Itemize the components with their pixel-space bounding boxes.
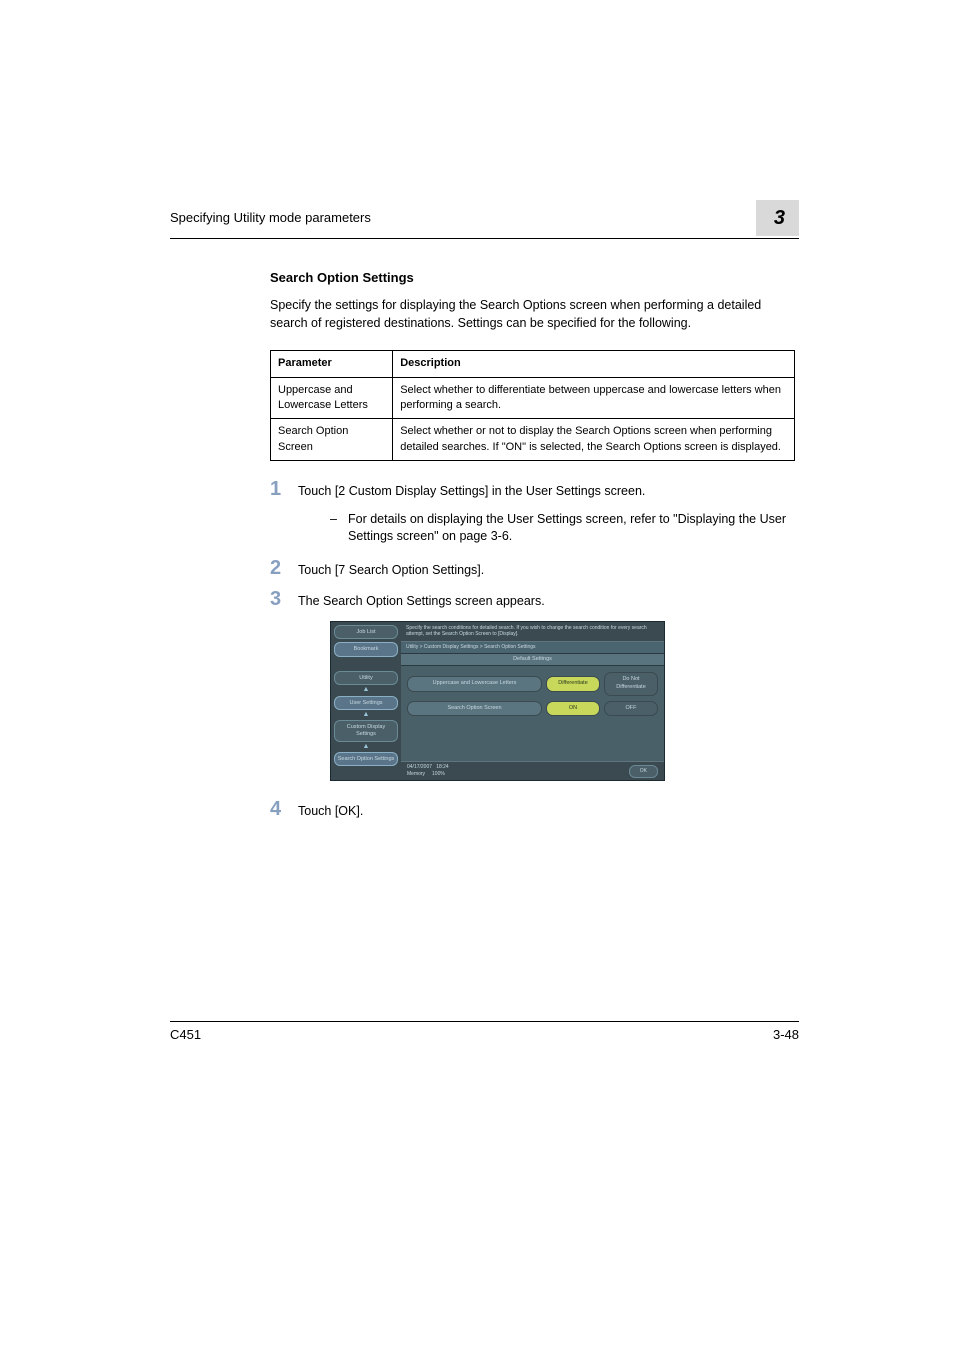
mfp-breadcrumb: Utility > Custom Display Settings > Sear… bbox=[401, 641, 664, 654]
arrow-up-icon: ▲ bbox=[334, 688, 398, 692]
on-button[interactable]: ON bbox=[546, 701, 600, 717]
step-2: 2 Touch [7 Search Option Settings]. bbox=[270, 558, 799, 580]
utility-button[interactable]: Utility bbox=[334, 671, 398, 686]
dash-icon: – bbox=[330, 511, 348, 546]
desc-cell: Select whether or not to display the Sea… bbox=[393, 419, 795, 461]
mfp-screenshot: Job List Bookmark Utility ▲ User Setting… bbox=[330, 621, 799, 782]
step-text: Touch [2 Custom Display Settings] in the… bbox=[298, 479, 799, 501]
mfp-instructions: Specify the search conditions for detail… bbox=[401, 622, 664, 641]
do-not-differentiate-button[interactable]: Do Not Differentiate bbox=[604, 672, 658, 695]
step-number: 3 bbox=[270, 589, 298, 611]
step-number: 4 bbox=[270, 799, 298, 821]
arrow-up-icon: ▲ bbox=[334, 713, 398, 717]
param-cell: Uppercase and Lowercase Letters bbox=[271, 377, 393, 419]
off-button[interactable]: OFF bbox=[604, 701, 658, 717]
step-number: 2 bbox=[270, 558, 298, 580]
parameter-table: Parameter Description Uppercase and Lowe… bbox=[270, 350, 795, 461]
custom-display-button[interactable]: Custom Display Settings bbox=[334, 720, 398, 741]
desc-cell: Select whether to differentiate between … bbox=[393, 377, 795, 419]
user-settings-button[interactable]: User Settings bbox=[334, 696, 398, 711]
step-text: The Search Option Settings screen appear… bbox=[298, 589, 799, 611]
page-footer: C451 3-48 bbox=[170, 1021, 799, 1044]
arrow-up-icon: ▲ bbox=[334, 745, 398, 749]
step-1: 1 Touch [2 Custom Display Settings] in t… bbox=[270, 479, 799, 501]
job-list-button[interactable]: Job List bbox=[334, 625, 398, 640]
step-text: Touch [OK]. bbox=[298, 799, 799, 821]
step-1-sub: – For details on displaying the User Set… bbox=[330, 511, 799, 546]
row-label-case: Uppercase and Lowercase Letters bbox=[407, 676, 542, 692]
col-header-description: Description bbox=[393, 351, 795, 377]
param-cell: Search Option Screen bbox=[271, 419, 393, 461]
step-number: 1 bbox=[270, 479, 298, 501]
running-header-title: Specifying Utility mode parameters bbox=[170, 209, 371, 227]
differentiate-button[interactable]: Differentiate bbox=[546, 676, 600, 692]
section-heading: Search Option Settings bbox=[270, 269, 799, 287]
table-row: Search Option Screen Select whether or n… bbox=[271, 419, 795, 461]
section-intro: Specify the settings for displaying the … bbox=[270, 297, 799, 332]
footer-model: C451 bbox=[170, 1026, 201, 1044]
col-header-parameter: Parameter bbox=[271, 351, 393, 377]
chapter-number-box: 3 bbox=[756, 200, 799, 236]
step-4: 4 Touch [OK]. bbox=[270, 799, 799, 821]
row-label-screen: Search Option Screen bbox=[407, 701, 542, 717]
footer-page-number: 3-48 bbox=[773, 1026, 799, 1044]
table-row: Uppercase and Lowercase Letters Select w… bbox=[271, 377, 795, 419]
footer-meta: 04/17/2007 18:24 Memory 100% bbox=[407, 764, 449, 778]
default-settings-bar: Default Settings bbox=[401, 654, 664, 667]
step-3: 3 The Search Option Settings screen appe… bbox=[270, 589, 799, 611]
search-option-button[interactable]: Search Option Settings bbox=[334, 752, 398, 767]
step-text: Touch [7 Search Option Settings]. bbox=[298, 558, 799, 580]
page-header: Specifying Utility mode parameters 3 bbox=[170, 200, 799, 239]
substep-text: For details on displaying the User Setti… bbox=[348, 511, 799, 546]
bookmark-button[interactable]: Bookmark bbox=[334, 642, 398, 657]
ok-button[interactable]: OK bbox=[629, 765, 658, 778]
